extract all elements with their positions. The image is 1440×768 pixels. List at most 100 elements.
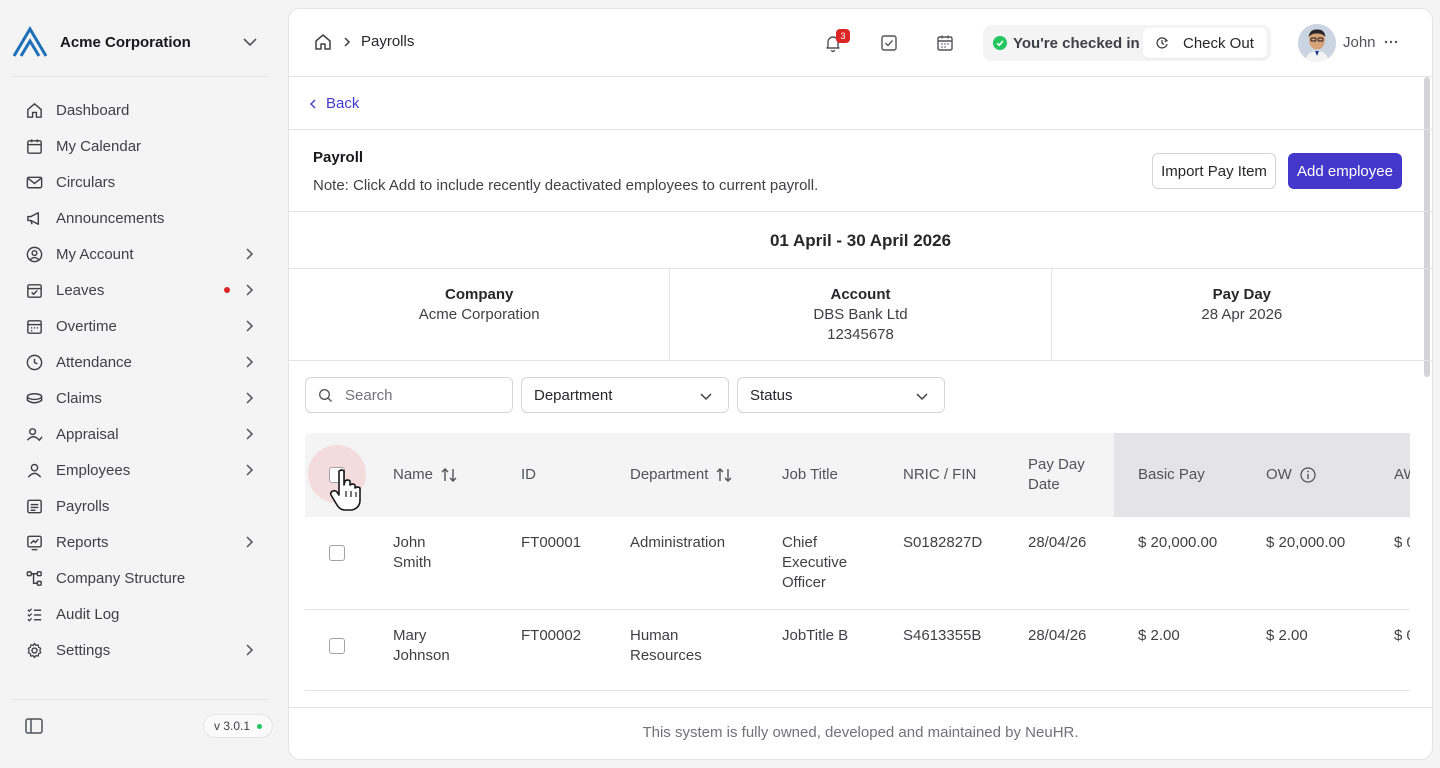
calendar-check-icon	[24, 280, 44, 300]
clock-icon	[24, 352, 44, 372]
import-pay-item-button[interactable]: Import Pay Item	[1152, 153, 1276, 189]
sidebar-item-attendance[interactable]: Attendance	[12, 344, 268, 380]
cell-ow: $ 20,000.00	[1266, 534, 1346, 551]
home-icon	[24, 100, 44, 120]
sort-icon[interactable]	[715, 466, 733, 484]
sidebar-item-overtime[interactable]: Overtime	[12, 308, 268, 344]
info-icon[interactable]	[1299, 466, 1317, 484]
chevron-right-icon[interactable]	[240, 353, 258, 371]
sidebar-item-label: Employees	[56, 461, 131, 479]
home-icon[interactable]	[313, 32, 333, 52]
payroll-info: Company Acme Corporation Account DBS Ban…	[289, 269, 1432, 361]
sidebar-toggle-icon[interactable]	[24, 716, 44, 736]
sort-icon[interactable]	[440, 466, 458, 484]
check-out-button[interactable]: Check Out	[1143, 28, 1267, 58]
department-select-label: Department	[534, 386, 613, 404]
search-input[interactable]	[345, 386, 495, 404]
sidebar-item-appraisal[interactable]: Appraisal	[12, 416, 268, 452]
company-name: Acme Corporation	[60, 33, 191, 51]
mail-icon	[24, 172, 44, 192]
cell-department: Administration	[630, 534, 726, 551]
company-switcher[interactable]: Acme Corporation	[12, 22, 268, 62]
calendar-icon	[24, 136, 44, 156]
status-select-label: Status	[750, 386, 793, 404]
user-photo-icon	[1298, 24, 1336, 62]
cell-basic-pay: $ 20,000.00	[1138, 534, 1218, 551]
sidebar-item-employees[interactable]: Employees	[12, 452, 268, 488]
cell-job-title: JobTitle B	[782, 627, 849, 644]
back-link[interactable]: Back	[307, 95, 359, 112]
sidebar-item-dashboard[interactable]: Dashboard	[12, 92, 268, 128]
chevron-right-icon[interactable]	[240, 245, 258, 263]
payday-info: Pay Day 28 Apr 2026	[1052, 269, 1432, 360]
chevron-right-icon[interactable]	[240, 461, 258, 479]
chevron-right-icon	[344, 37, 351, 47]
header-name[interactable]: Name	[393, 465, 458, 485]
cell-pay-day-date: 28/04/26	[1028, 534, 1087, 551]
sidebar-item-company-structure[interactable]: Company Structure	[12, 560, 268, 596]
payday-label: Pay Day	[1212, 286, 1271, 303]
chevron-right-icon[interactable]	[240, 281, 258, 299]
task-check-icon[interactable]	[879, 33, 899, 53]
cell-nric: S0182827D	[903, 534, 983, 551]
cell-nric: S4613355B	[903, 627, 982, 644]
footer: This system is fully owned, developed an…	[289, 707, 1432, 759]
account-number: 12345678	[827, 326, 894, 343]
cell-aw: $ 0	[1394, 627, 1410, 644]
account-label: Account	[830, 286, 891, 303]
back-row: Back	[289, 77, 1432, 130]
calendar-icon[interactable]	[935, 33, 955, 53]
sidebar-item-leaves[interactable]: Leaves	[12, 272, 268, 308]
chevron-right-icon[interactable]	[240, 317, 258, 335]
cell-basic-pay: $ 2.00	[1138, 627, 1180, 644]
sidebar-item-announcements[interactable]: Announcements	[12, 200, 268, 236]
search-box[interactable]	[305, 377, 513, 413]
sidebar-item-reports[interactable]: Reports	[12, 524, 268, 560]
sidebar-item-my-calendar[interactable]: My Calendar	[12, 128, 268, 164]
sidebar-item-payrolls[interactable]: Payrolls	[12, 488, 268, 524]
main-panel: Payrolls 3 You're checked in Check Out J…	[288, 8, 1433, 760]
user-name: John	[1343, 34, 1376, 51]
header-pay-day-date: Pay Day Date	[1028, 456, 1085, 493]
header-name-label: Name	[393, 466, 434, 483]
avatar[interactable]	[1298, 24, 1336, 62]
row-checkbox[interactable]	[329, 545, 345, 561]
sidebar-item-label: Claims	[56, 389, 102, 407]
sidebar-item-settings[interactable]: Settings	[12, 632, 268, 668]
department-select[interactable]: Department	[521, 377, 729, 413]
sidebar-item-circulars[interactable]: Circulars	[12, 164, 268, 200]
user-icon	[24, 460, 44, 480]
header-job-title: Job Title	[782, 466, 838, 483]
more-horizontal-icon[interactable]	[1383, 34, 1399, 50]
sidebar-item-label: Dashboard	[56, 101, 130, 119]
divider	[12, 76, 268, 77]
chevron-right-icon[interactable]	[240, 641, 258, 659]
sidebar-item-label: Reports	[56, 533, 109, 551]
sidebar-item-label: Circulars	[56, 173, 116, 191]
table-row[interactable]: Mary Johnson FT00002 Human Resources Job…	[305, 610, 1410, 691]
cell-pay-day-date: 28/04/26	[1028, 627, 1087, 644]
sidebar-item-audit-log[interactable]: Audit Log	[12, 596, 268, 632]
row-checkbox[interactable]	[329, 638, 345, 654]
sidebar-item-label: Settings	[56, 641, 111, 659]
chevron-right-icon[interactable]	[240, 533, 258, 551]
table-row[interactable]: John Smith FT00001 Administration Chief …	[305, 517, 1410, 610]
calendar-clock-icon	[24, 316, 44, 336]
sidebar-nav: Dashboard My Calendar Circulars Announcemen…	[12, 92, 268, 668]
chevron-down-icon[interactable]	[240, 32, 260, 52]
payroll-note: Note: Click Add to include recently deac…	[313, 177, 819, 194]
header-department[interactable]: Department	[630, 465, 733, 485]
chevron-right-icon[interactable]	[240, 425, 258, 443]
sidebar-item-label: Payrolls	[56, 497, 110, 515]
chevron-right-icon[interactable]	[240, 389, 258, 407]
version-label: v 3.0.1	[214, 719, 251, 733]
header-nric: NRIC / FIN	[903, 466, 977, 483]
company-value: Acme Corporation	[418, 306, 540, 323]
payroll-period: 01 April - 30 April 2026	[289, 212, 1432, 269]
status-select[interactable]: Status	[737, 377, 945, 413]
add-employee-button[interactable]: Add employee	[1288, 153, 1402, 189]
payroll-header: Payroll Note: Click Add to include recen…	[289, 131, 1432, 212]
sidebar-item-claims[interactable]: Claims	[12, 380, 268, 416]
list-check-icon	[24, 604, 44, 624]
sidebar-item-my-account[interactable]: My Account	[12, 236, 268, 272]
